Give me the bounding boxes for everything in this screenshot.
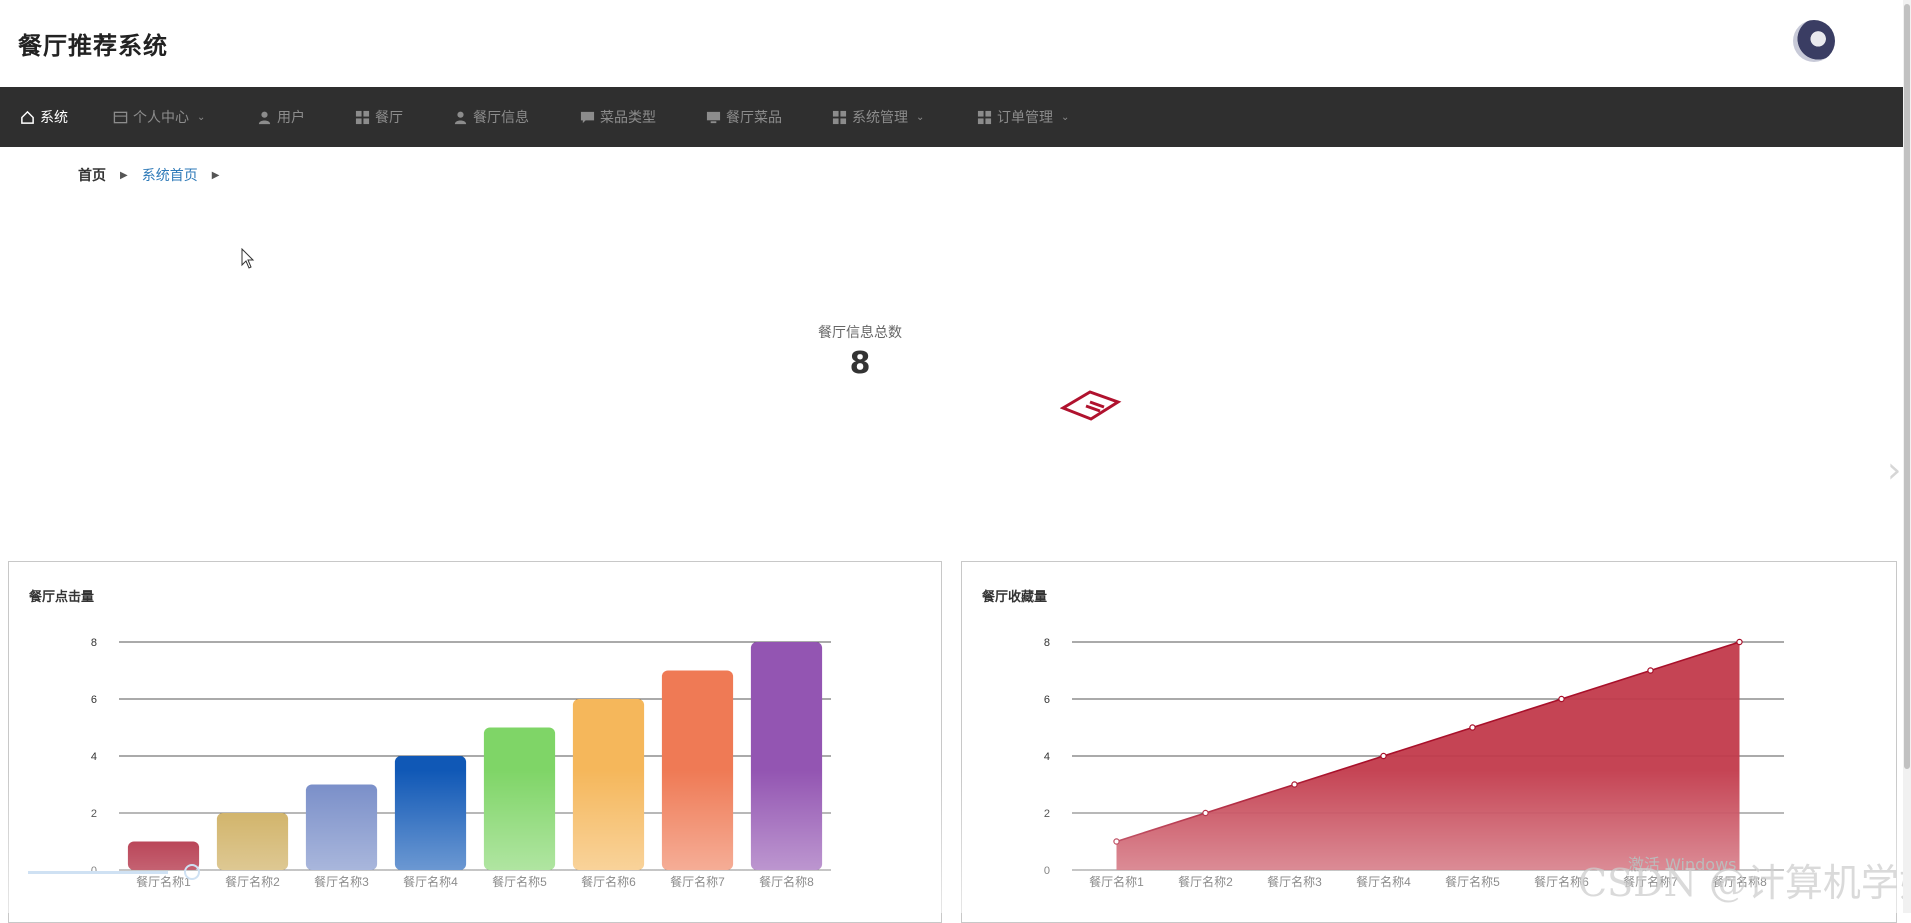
grid-icon <box>977 110 992 124</box>
data-point <box>1291 781 1298 788</box>
y-tick-label: 0 <box>1044 865 1050 877</box>
y-tick-label: 8 <box>91 637 97 649</box>
x-tick-label: 餐厅名称4 <box>403 874 458 889</box>
x-tick-label: 餐厅名称6 <box>581 874 636 889</box>
clicks-bar-chart: 02468餐厅名称1餐厅名称2餐厅名称3餐厅名称4餐厅名称5餐厅名称6餐厅名称7… <box>91 637 831 889</box>
progress-indicator <box>184 864 200 880</box>
chevron-down-icon: ⌄ <box>1061 111 1070 123</box>
x-tick-label: 餐厅名称1 <box>136 874 191 889</box>
nav-label: 系统 <box>40 110 68 126</box>
data-point <box>1647 667 1654 674</box>
clicks-chart-panel: 餐厅点击量 02468餐厅名称1餐厅名称2餐厅名称3餐厅名称4餐厅名称5餐厅名称… <box>8 561 942 923</box>
y-tick-label: 8 <box>1044 637 1050 649</box>
nav-label: 餐厅 <box>375 110 403 126</box>
x-tick-label: 餐厅名称2 <box>225 874 280 889</box>
data-point <box>1469 724 1476 731</box>
grid-icon <box>355 110 370 124</box>
data-point <box>1202 809 1209 817</box>
x-tick-label: 餐厅名称2 <box>1178 874 1233 889</box>
x-tick-label: 餐厅名称8 <box>759 874 814 889</box>
breadcrumb-separator-icon: ▶ <box>120 169 128 181</box>
bar <box>216 813 289 870</box>
y-tick-label: 4 <box>91 751 97 763</box>
breadcrumb-home[interactable]: 首页 <box>78 165 106 185</box>
bar <box>661 670 734 870</box>
y-tick-label: 2 <box>91 808 97 820</box>
stat-value: 8 <box>849 346 871 381</box>
nav-item-user[interactable]: 用户 <box>257 87 305 147</box>
bar <box>483 727 556 870</box>
breadcrumb-separator-icon: ▶ <box>211 169 220 181</box>
page-scrollbar[interactable] <box>1903 0 1911 913</box>
nav-item-restaurant-dishes[interactable]: 餐厅菜品 <box>706 87 782 147</box>
chevron-down-icon: ⌄ <box>197 111 206 123</box>
nav-label: 系统管理 <box>852 110 908 126</box>
bar <box>305 784 378 870</box>
data-point <box>1113 838 1120 845</box>
user-avatar[interactable] <box>1793 20 1835 62</box>
card-icon <box>113 111 128 123</box>
csdn-watermark: CSDN @计算机学姐 <box>1578 861 1911 905</box>
nav-label: 餐厅信息 <box>473 110 529 126</box>
nav-label: 用户 <box>277 110 305 126</box>
bar <box>572 699 645 870</box>
x-tick-label: 餐厅名称4 <box>1356 874 1411 889</box>
nav-item-restaurant[interactable]: 餐厅 <box>355 87 403 147</box>
nav-item-order-management[interactable]: 订单管理 ⌄ <box>977 87 1069 147</box>
x-tick-label: 餐厅名称3 <box>314 874 369 889</box>
y-tick-label: 2 <box>1044 808 1050 820</box>
user-icon <box>258 111 271 124</box>
nav-item-dish-type[interactable]: 菜品类型 <box>580 87 656 147</box>
y-tick-label: 6 <box>1044 694 1050 706</box>
chat-icon <box>580 111 595 123</box>
x-tick-label: 餐厅名称5 <box>1445 874 1500 889</box>
chevron-down-icon: ⌄ <box>916 111 925 123</box>
x-tick-label: 餐厅名称5 <box>492 874 547 889</box>
nav-item-system[interactable]: 系统 <box>20 87 68 147</box>
data-point <box>1736 638 1743 646</box>
mouse-cursor-icon <box>241 248 255 269</box>
app-title: 餐厅推荐系统 <box>18 32 168 60</box>
breadcrumb-current[interactable]: 系统首页 <box>142 165 198 185</box>
user-icon <box>454 111 467 124</box>
bar <box>750 642 823 870</box>
ticket-icon <box>1060 390 1122 421</box>
nav-label: 个人中心 <box>133 110 189 126</box>
restaurant-total-card: 餐厅信息总数 8 <box>760 322 960 381</box>
breadcrumb: 首页 ▶ 系统首页 ▶ <box>78 165 233 185</box>
x-tick-label: 餐厅名称7 <box>670 874 725 889</box>
monitor-icon <box>706 111 721 123</box>
nav-label: 餐厅菜品 <box>726 110 782 126</box>
app-header: 餐厅推荐系统 <box>0 0 1903 87</box>
x-tick-label: 餐厅名称1 <box>1089 874 1144 889</box>
y-tick-label: 6 <box>91 694 97 706</box>
nav-item-personal-center[interactable]: 个人中心 ⌄ <box>113 87 205 147</box>
top-nav-bar: 系统 个人中心 ⌄ 用户 餐厅 餐厅信息 菜品类型 餐厅菜品 系统管理 ⌄ 订单… <box>0 87 1903 147</box>
nav-label: 订单管理 <box>997 110 1053 126</box>
data-point <box>1558 695 1565 703</box>
data-point <box>1380 752 1387 760</box>
bar <box>394 756 467 870</box>
progress-bar <box>28 871 168 874</box>
y-tick-label: 4 <box>1044 751 1050 763</box>
nav-item-system-management[interactable]: 系统管理 ⌄ <box>832 87 924 147</box>
nav-item-restaurant-info[interactable]: 餐厅信息 <box>453 87 529 147</box>
chevron-right-icon[interactable]: › <box>1887 450 1901 491</box>
nav-label: 菜品类型 <box>600 110 656 126</box>
home-icon <box>21 110 34 124</box>
x-tick-label: 餐厅名称3 <box>1267 874 1322 889</box>
stat-label: 餐厅信息总数 <box>818 325 902 341</box>
grid-icon <box>832 110 847 124</box>
scrollbar-thumb[interactable] <box>1904 4 1910 769</box>
